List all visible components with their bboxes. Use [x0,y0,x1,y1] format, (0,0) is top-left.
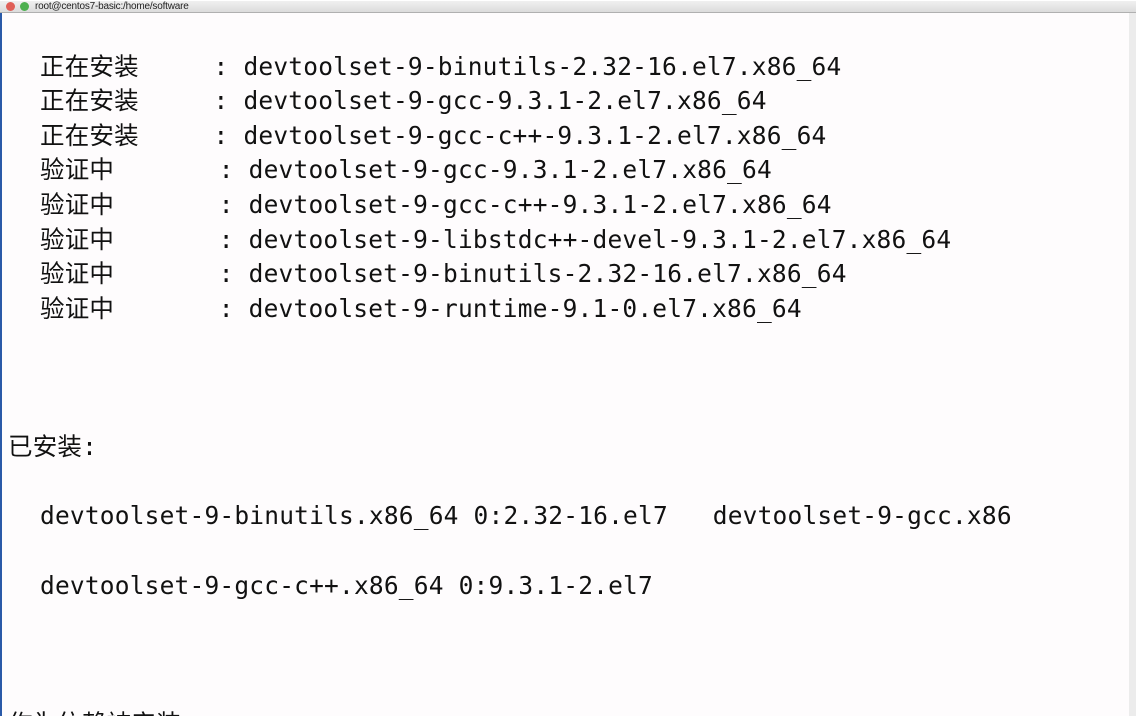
terminal-window: root@centos7-basic:/home/software 正在安装 :… [0,0,1136,716]
blank-line [8,638,1136,673]
install-line: 验证中 : devtoolset-9-gcc-9.3.1-2.el7.x86_6… [8,153,1136,188]
install-line: 验证中 : devtoolset-9-libstdc++-devel-9.3.1… [8,223,1136,258]
install-line: 正在安装 : devtoolset-9-gcc-c++-9.3.1-2.el7.… [8,119,1136,154]
installed-pkg-line: devtoolset-9-gcc-c++.x86_64 0:9.3.1-2.el… [8,569,1136,604]
maximize-icon[interactable] [20,2,29,11]
title-bar[interactable]: root@centos7-basic:/home/software [0,0,1136,13]
scrollbar[interactable] [1129,13,1136,716]
window-title: root@centos7-basic:/home/software [35,1,189,12]
blank-line [8,361,1136,396]
close-icon[interactable] [6,2,15,11]
terminal-body[interactable]: 正在安装 : devtoolset-9-binutils-2.32-16.el7… [0,13,1136,716]
heading-asdeps: 作为依赖被安装: [8,707,1136,716]
heading-installed: 已安装: [8,430,1136,465]
installed-pkg-line: devtoolset-9-binutils.x86_64 0:2.32-16.e… [8,499,1136,534]
install-line: 正在安装 : devtoolset-9-binutils-2.32-16.el7… [8,50,1136,85]
install-line: 验证中 : devtoolset-9-gcc-c++-9.3.1-2.el7.x… [8,188,1136,223]
install-line: 正在安装 : devtoolset-9-gcc-9.3.1-2.el7.x86_… [8,84,1136,119]
install-line: 验证中 : devtoolset-9-binutils-2.32-16.el7.… [8,257,1136,292]
install-line: 验证中 : devtoolset-9-runtime-9.1-0.el7.x86… [8,292,1136,327]
